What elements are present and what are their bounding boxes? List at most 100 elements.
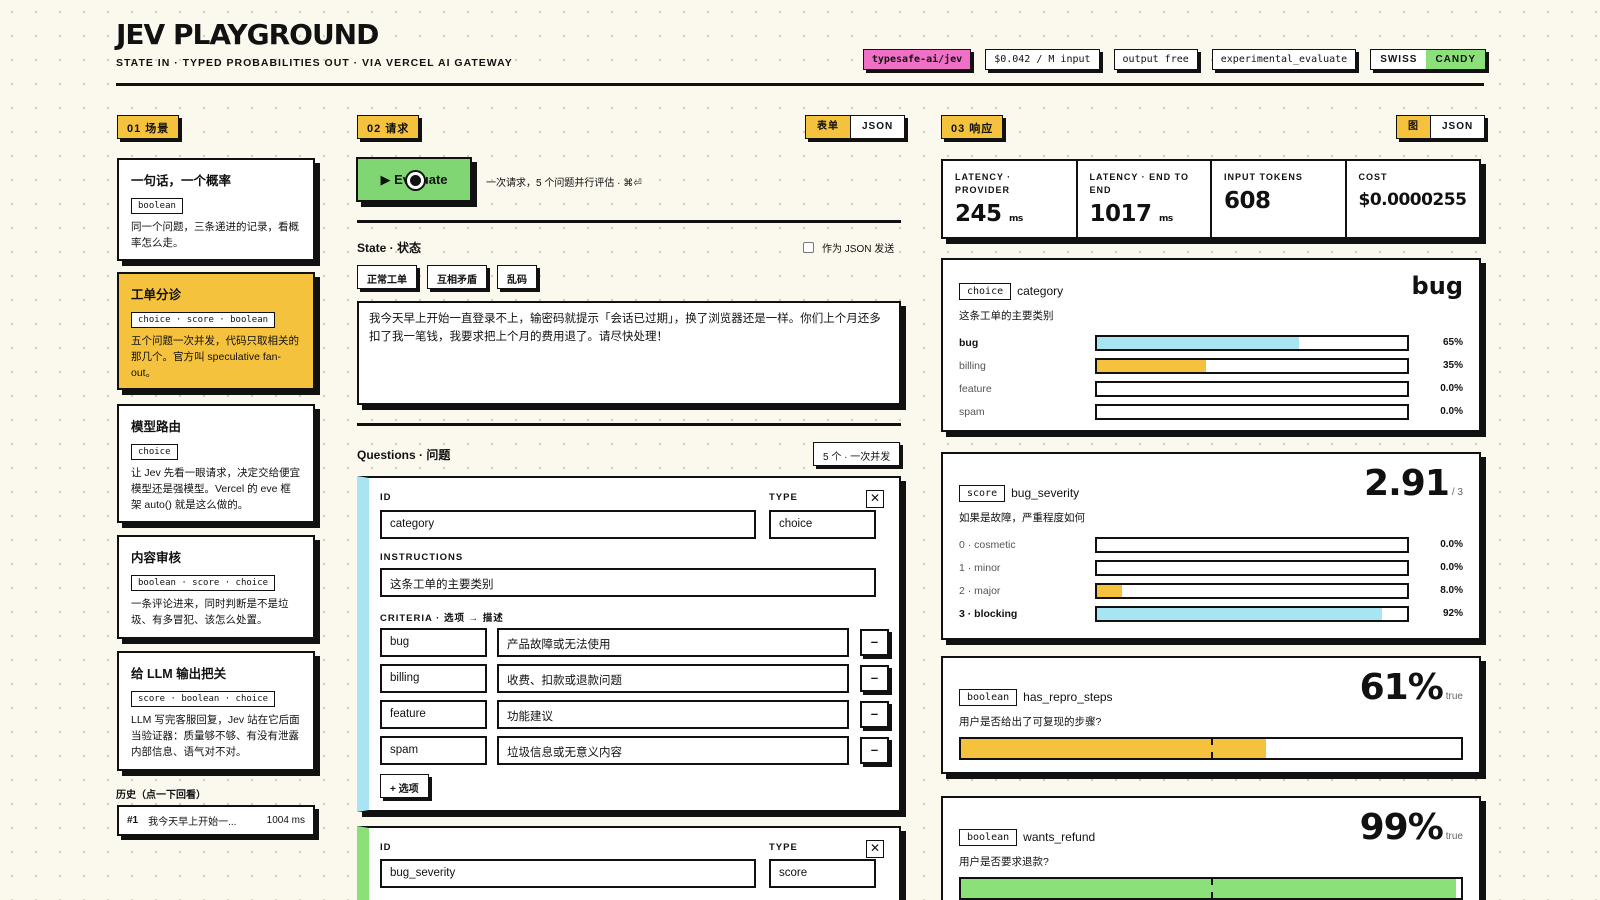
option-pct: 0.0% <box>1440 539 1463 550</box>
question-type-select[interactable]: choice <box>769 510 876 539</box>
remove-criteria-button[interactable]: – <box>860 629 889 656</box>
scenario-desc: 一条评论进来，同时判断是不是垃圾、有多冒犯、该怎么处置。 <box>131 598 289 626</box>
scenario-title: 给 LLM 输出把关 <box>131 667 227 681</box>
theme-candy[interactable]: CANDY <box>1426 50 1485 69</box>
scenario-card[interactable]: 给 LLM 输出把关 score · boolean · choice LLM … <box>117 651 315 771</box>
response-view-toggle[interactable]: 图 JSON <box>1396 115 1486 139</box>
metric-cost: COST $0.0000255 <box>1347 161 1480 237</box>
metric-latency-provider: LATENCY · PROVIDER 245 ms <box>943 161 1078 237</box>
scenario-card[interactable]: 内容审核 boolean · score · choice 一条评论进来，同时判… <box>117 535 315 639</box>
remove-criteria-button[interactable]: – <box>860 737 889 764</box>
scenario-title: 模型路由 <box>131 420 182 434</box>
send-json-checkbox[interactable] <box>803 242 814 253</box>
json-tab[interactable]: JSON <box>851 116 905 138</box>
preset-button[interactable]: 乱码 <box>497 265 537 289</box>
option-label: billing <box>959 359 986 372</box>
result-card-refund: boolean wants_refund 99% true 用户是否要求退款? <box>941 796 1481 900</box>
metric-value: 245 ms <box>955 201 1023 227</box>
preset-button[interactable]: 正常工单 <box>357 265 417 289</box>
remove-question-icon[interactable]: ✕ <box>866 840 884 858</box>
scenario-desc: LLM 写完客服回复，Jev 站在它后面当验证器：质量够不够、有没有泄露内部信息… <box>131 714 300 758</box>
package-chip[interactable]: typesafe-ai/jev <box>862 49 972 70</box>
probability-bar <box>959 877 1463 900</box>
option-pct: 92% <box>1442 608 1463 619</box>
preset-buttons: 正常工单 互相矛盾 乱码 <box>357 265 537 289</box>
remove-criteria-button[interactable]: – <box>860 701 889 728</box>
history-num: #1 <box>127 815 139 826</box>
probability-row: 2 · major 8.0% <box>959 579 1463 602</box>
preset-button[interactable]: 互相矛盾 <box>427 265 487 289</box>
probability-row: bug 65% <box>959 331 1463 354</box>
result-kind: boolean <box>959 689 1018 706</box>
criteria-key-input[interactable]: bug <box>380 628 487 657</box>
response-tag: 03 响应 <box>941 115 1004 139</box>
chart-tab[interactable]: 图 <box>1397 116 1431 138</box>
option-pct: 0.0% <box>1440 406 1463 417</box>
scenario-desc: 让 Jev 先看一眼请求，决定交给便宜模型还是强模型。Vercel 的 eve … <box>131 467 301 511</box>
criteria-desc-input[interactable]: 功能建议 <box>497 700 849 729</box>
scenario-types: score · boolean · choice <box>131 691 276 707</box>
send-json-label: 作为 JSON 发送 <box>822 244 895 255</box>
divider <box>357 423 901 426</box>
probability-bar <box>1095 380 1409 397</box>
scenario-card[interactable]: 一句话，一个概率 boolean 同一个问题，三条递进的记录，看概率怎么走。 <box>117 158 315 261</box>
evaluate-hint: 一次请求，5 个问题并行评估 · ⌘⏎ <box>486 178 642 189</box>
output-chip: output free <box>1113 49 1198 70</box>
option-pct: 0.0% <box>1440 562 1463 573</box>
question-id-input[interactable]: category <box>380 510 756 539</box>
remove-question-icon[interactable]: ✕ <box>866 490 884 508</box>
app-title: JEV PLAYGROUND <box>116 18 379 51</box>
theme-toggle[interactable]: SWISS CANDY <box>1370 49 1486 70</box>
criteria-desc-input[interactable]: 垃圾信息或无意义内容 <box>497 736 849 765</box>
history-item[interactable]: #1 我今天早上开始一... 1004 ms <box>117 805 315 836</box>
result-answer: bug <box>1411 272 1463 300</box>
form-tab[interactable]: 表单 <box>806 116 851 138</box>
json-tab[interactable]: JSON <box>1431 116 1485 138</box>
probability-row: 0 · cosmetic 0.0% <box>959 533 1463 556</box>
result-answer: 99% <box>1359 807 1444 848</box>
result-kind: score <box>959 485 1006 502</box>
request-view-toggle[interactable]: 表单 JSON <box>805 115 906 139</box>
scenario-card-selected[interactable]: 工单分诊 choice · score · boolean 五个问题一次并发，代… <box>117 272 315 390</box>
history-ms: 1004 ms <box>266 815 305 826</box>
result-kind: choice <box>959 283 1012 300</box>
criteria-key-input[interactable]: spam <box>380 736 487 765</box>
criteria-desc-input[interactable]: 收费、扣款或退款问题 <box>497 664 849 693</box>
question-id-input[interactable]: bug_severity <box>380 859 756 888</box>
type-label: TYPE <box>769 492 798 503</box>
scenario-types: choice <box>131 444 178 460</box>
scenario-card[interactable]: 模型路由 choice 让 Jev 先看一眼请求，决定交给便宜模型还是强模型。V… <box>117 404 315 523</box>
probability-bar <box>1095 536 1409 553</box>
send-json-option[interactable]: 作为 JSON 发送 <box>803 240 894 255</box>
scenarios-tag: 01 场景 <box>117 115 180 139</box>
scenario-types: choice · score · boolean <box>131 312 276 328</box>
instructions-input[interactable]: 这条工单的主要类别 <box>380 568 876 597</box>
probability-row: 1 · minor 0.0% <box>959 556 1463 579</box>
remove-criteria-button[interactable]: – <box>860 665 889 692</box>
api-chip: experimental_evaluate <box>1211 49 1357 70</box>
result-bars: bug 65% billing 35% feature 0.0% spam 0.0% <box>959 331 1463 423</box>
probability-fill <box>1097 607 1383 620</box>
question-type-select[interactable]: score <box>769 859 876 888</box>
metric-label: COST <box>1358 172 1388 182</box>
divider <box>357 220 901 223</box>
midpoint-marker <box>1211 879 1213 898</box>
id-label: ID <box>380 492 392 503</box>
app-subtitle: STATE IN · TYPED PROBABILITIES OUT · VIA… <box>116 57 513 69</box>
option-label: 1 · minor <box>959 561 1001 574</box>
criteria-desc-input[interactable]: 产品故障或无法使用 <box>497 628 849 657</box>
criteria-key-input[interactable]: billing <box>380 664 487 693</box>
scenario-desc: 五个问题一次并发，代码只取相关的那几个。官方叫 speculative fan-… <box>131 335 299 379</box>
metric-value: 1017 ms <box>1089 201 1174 227</box>
metric-latency-e2e: LATENCY · END TO END 1017 ms <box>1078 161 1212 237</box>
result-desc: 用户是否给出了可复现的步骤? <box>959 716 1102 728</box>
criteria-key-input[interactable]: feature <box>380 700 487 729</box>
header-divider <box>116 83 1484 86</box>
state-textarea[interactable]: 我今天早上开始一直登录不上，输密码就提示「会话已过期」，换了浏览器还是一样。你们… <box>357 301 901 405</box>
result-answer: 61% <box>1359 667 1444 708</box>
result-name: has_repro_steps <box>1023 690 1113 704</box>
theme-swiss[interactable]: SWISS <box>1371 50 1427 69</box>
metric-label: LATENCY · END TO END <box>1089 172 1190 195</box>
questions-label: Questions · 问题 <box>357 448 451 462</box>
add-criteria-button[interactable]: + 选项 <box>380 774 429 798</box>
